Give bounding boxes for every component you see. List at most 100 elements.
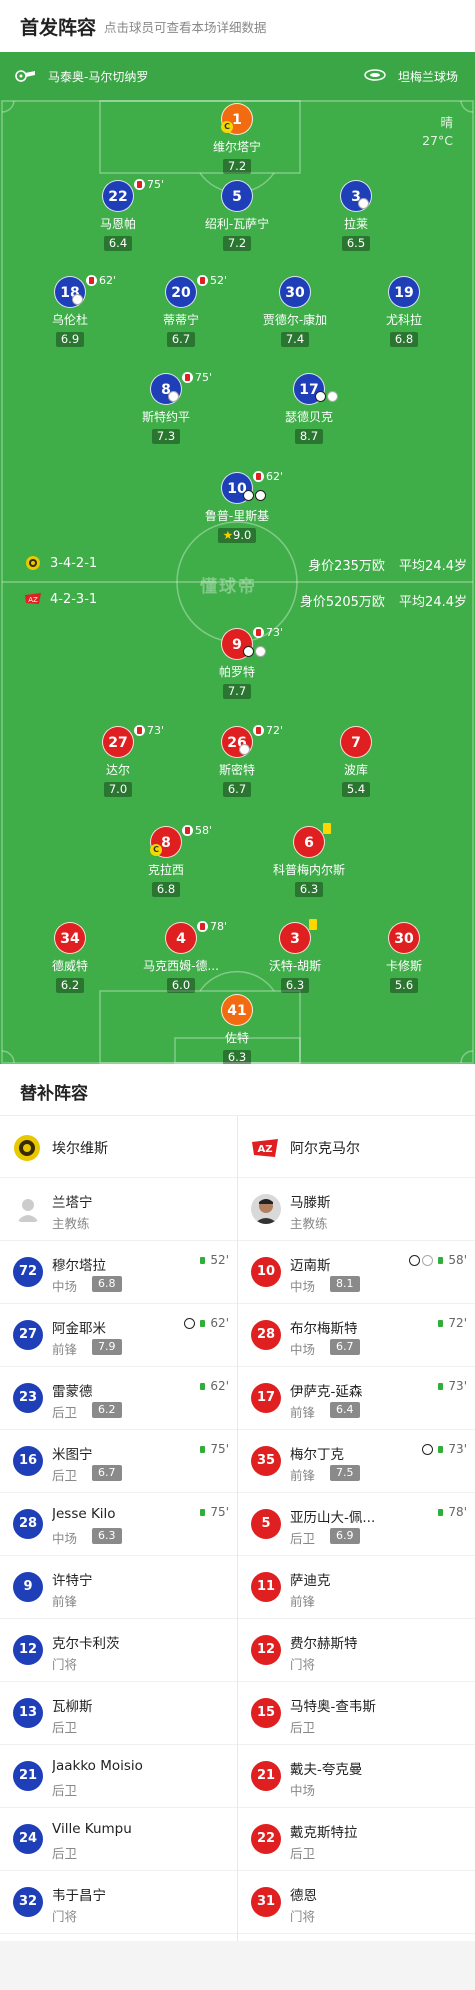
away-value: 身价5205万欧 平均24.4岁 (300, 591, 467, 610)
sub-player-row[interactable]: 12 克尔卡利茨 门将 (0, 1619, 237, 1682)
home-subs-column: 埃尔维斯 兰塔宁 主教练 72 穆尔塔拉 中场 6.8 52' 27 阿金耶米 前锋 7.9 62… (0, 1116, 237, 1934)
home-coach-row[interactable]: 兰塔宁 主教练 (0, 1178, 237, 1241)
coach-name: 马滕斯 (290, 1195, 331, 1211)
sub-out-icon (253, 725, 264, 736)
sub-player-rating: 6.3 (92, 1528, 122, 1544)
subs-panel: 埃尔维斯 兰塔宁 主教练 72 穆尔塔拉 中场 6.8 52' 27 阿金耶米 前锋 7.9 62… (0, 1116, 475, 1941)
home-player[interactable]: 22 75' 马恩帕 6.4 (58, 178, 178, 251)
home-player[interactable]: 3 拉莱 6.5 (296, 180, 416, 251)
sub-player-rating: 7.5 (330, 1465, 360, 1481)
sub-out-info: 72' (253, 724, 283, 737)
home-player[interactable]: 10 62' 鲁普-里斯基 ★9.0 (177, 470, 297, 543)
away-player[interactable]: 41 佐特 6.3 (177, 994, 297, 1064)
home-player[interactable]: 30 贾德尔-康加 7.4 (235, 276, 355, 347)
sub-player-row[interactable]: 22 戴克斯特拉 后卫 (238, 1808, 475, 1871)
player-name: 乌伦杜 (51, 313, 88, 327)
home-player[interactable]: 19 尤科拉 6.8 (344, 276, 464, 347)
sub-out-info: 75' (182, 371, 212, 384)
away-player[interactable]: 30 卡修斯 5.6 (344, 922, 464, 993)
sub-player-row[interactable]: 28 布尔梅斯特 中场 6.7 72' (238, 1304, 475, 1367)
home-player[interactable]: 20 52' 蒂蒂宁 6.7 (121, 274, 241, 347)
sub-player-row[interactable]: 15 马特奥-查韦斯 后卫 (238, 1682, 475, 1745)
sub-player-row[interactable]: 27 阿金耶米 前锋 7.9 62' (0, 1304, 237, 1367)
away-coach-row[interactable]: 马滕斯 主教练 (238, 1178, 475, 1241)
player-name: 鲁普-里斯基 (204, 509, 270, 523)
player-event-icons (358, 198, 369, 209)
sub-player-row[interactable]: 17 伊萨克-延森 前锋 6.4 73' (238, 1367, 475, 1430)
sub-player-row[interactable]: 32 韦于昌宁 门将 (0, 1871, 237, 1934)
home-player[interactable]: 5 绍利-瓦萨宁 7.2 (177, 180, 297, 251)
sub-player-row[interactable]: 72 穆尔塔拉 中场 6.8 52' (0, 1241, 237, 1304)
home-player[interactable]: 17 瑟德贝克 8.7 (249, 373, 369, 444)
player-rating: 5.4 (341, 782, 371, 797)
coach-role: 主教练 (52, 1216, 90, 1231)
boot-icon (239, 744, 250, 755)
player-number: 41 (221, 994, 253, 1026)
sub-player-row[interactable]: 11 萨迪克 前锋 (238, 1556, 475, 1619)
sub-player-row[interactable]: 21 戴夫-夸克曼 中场 (238, 1745, 475, 1808)
player-rating: 8.7 (294, 429, 324, 444)
sub-in-icon (197, 1317, 209, 1329)
sub-player-rating: 6.2 (92, 1402, 122, 1418)
sub-player-row[interactable]: 16 米图宁 后卫 6.7 75' (0, 1430, 237, 1493)
sub-player-row[interactable]: 24 Ville Kumpu 后卫 (0, 1808, 237, 1871)
sub-player-row[interactable]: 21 Jaakko Moisio 后卫 (0, 1745, 237, 1808)
sub-player-row[interactable]: 31 德恩 门将 (238, 1871, 475, 1934)
sub-player-name: 许特宁 (52, 1573, 93, 1589)
sub-player-number: 12 (13, 1635, 43, 1665)
player-event-icons (243, 646, 266, 657)
home-player[interactable]: 8 75' 斯特约平 7.3 (106, 371, 226, 444)
home-player[interactable]: 1 C 维尔塔宁 7.2 (177, 103, 297, 174)
home-player[interactable]: 18 62' 乌伦杜 6.9 (10, 274, 130, 347)
sub-player-row[interactable]: 12 费尔赫斯特 门将 (238, 1619, 475, 1682)
away-player[interactable]: 26 72' 斯密特 6.7 (177, 724, 297, 797)
away-player[interactable]: 9 73' 帕罗特 7.7 (177, 626, 297, 699)
home-team-row[interactable]: 埃尔维斯 (0, 1116, 237, 1178)
away-player[interactable]: 4 78' 马克西姆-德... 6.0 (121, 920, 241, 993)
away-player[interactable]: 7 波库 5.4 (296, 726, 416, 797)
sub-player-row[interactable]: 13 瓦柳斯 后卫 (0, 1682, 237, 1745)
sub-player-position: 后卫 (52, 1720, 78, 1735)
sub-player-position: 中场 (52, 1531, 78, 1546)
boot-icon (72, 294, 83, 305)
sub-player-row[interactable]: 23 雷蒙德 后卫 6.2 62' (0, 1367, 237, 1430)
sub-in-icon (435, 1380, 447, 1392)
away-formation: AZ 4-2-3-1 (24, 591, 97, 607)
player-rating: 7.0 (103, 782, 133, 797)
star-icon: ★ (222, 528, 233, 542)
home-formation: 3-4-2-1 (24, 555, 97, 571)
sub-in-info: 72' (435, 1316, 467, 1330)
sub-player-row[interactable]: 5 亚历山大-佩... 后卫 6.9 78' (238, 1493, 475, 1556)
player-rating: 7.7 (222, 684, 252, 699)
sub-out-icon (182, 372, 193, 383)
player-number: 6 (293, 826, 325, 858)
sub-out-info: 52' (197, 274, 227, 287)
sub-in-info: 78' (435, 1505, 467, 1519)
away-player[interactable]: 27 73' 达尔 7.0 (58, 724, 178, 797)
sub-player-name: 穆尔塔拉 (52, 1258, 106, 1274)
sub-player-rating: 6.9 (330, 1528, 360, 1544)
away-player[interactable]: 8 58' C 克拉西 6.8 (106, 824, 226, 897)
sub-player-row[interactable]: 35 梅尔丁克 前锋 7.5 73' (238, 1430, 475, 1493)
sub-player-row[interactable]: 10 迈南斯 中场 8.1 58' (238, 1241, 475, 1304)
sub-player-row[interactable]: 9 许特宁 前锋 (0, 1556, 237, 1619)
stadium-name: 坦梅兰球场 (398, 70, 459, 84)
away-team-row[interactable]: AZ 阿尔克马尔 (238, 1116, 475, 1178)
sub-player-position: 门将 (52, 1657, 78, 1672)
sub-player-row[interactable]: 28 Jesse Kilo 中场 6.3 75' (0, 1493, 237, 1556)
sub-out-icon (197, 921, 208, 932)
sub-player-name: 梅尔丁克 (290, 1447, 344, 1463)
sub-player-number: 5 (251, 1509, 281, 1539)
sub-player-name: 戴克斯特拉 (290, 1825, 358, 1841)
sub-out-info: 75' (134, 178, 164, 191)
sub-player-number: 28 (13, 1509, 43, 1539)
player-name: 佐特 (224, 1031, 249, 1045)
sub-player-position: 后卫 (290, 1720, 316, 1735)
player-rating: 7.3 (151, 429, 181, 444)
away-player[interactable]: 34 德威特 6.2 (10, 922, 130, 993)
away-player[interactable]: 6 科普梅内尔斯 6.3 (249, 823, 369, 897)
away-player[interactable]: 3 沃特-胡斯 6.3 (235, 919, 355, 993)
away-team-logo-icon: AZ (252, 1139, 278, 1157)
sub-player-name: 伊萨克-延森 (290, 1384, 363, 1400)
sub-in-icon (435, 1506, 447, 1518)
